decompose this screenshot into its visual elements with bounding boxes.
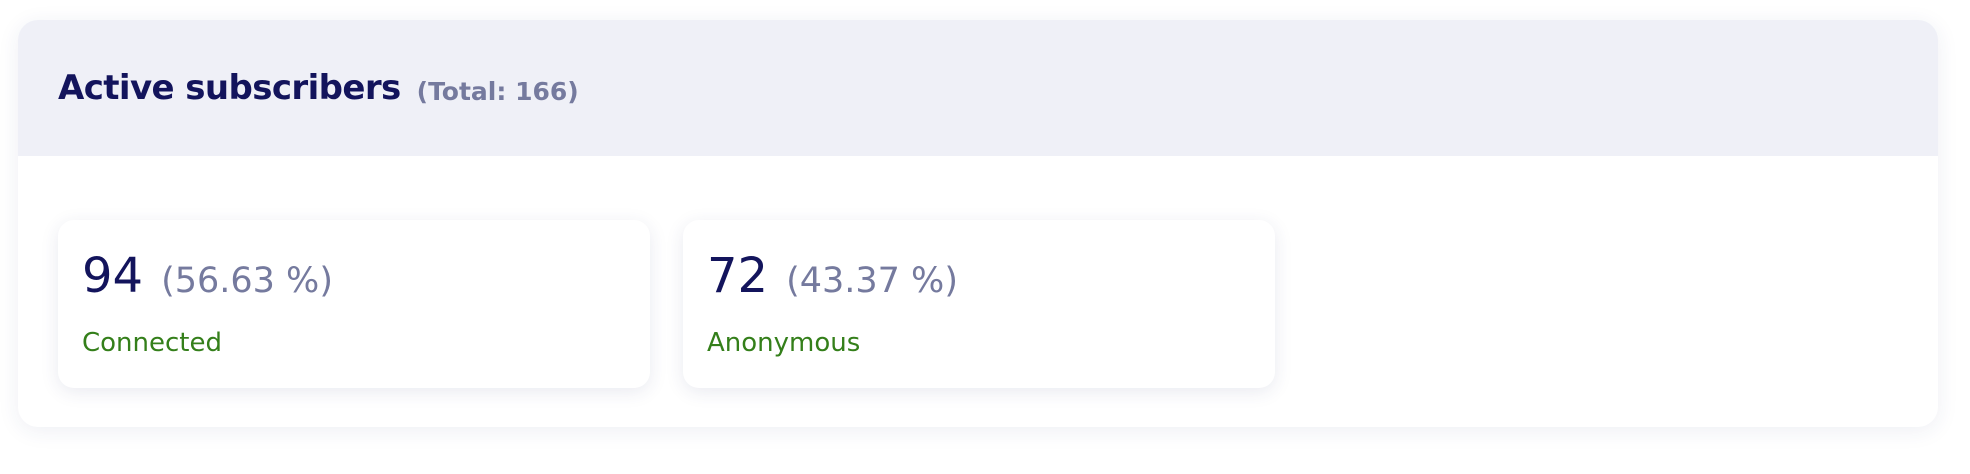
panel-title: Active subscribers [58, 68, 401, 108]
stat-card-anonymous: 72 (43.37 %) Anonymous [683, 220, 1275, 388]
stat-cards: 94 (56.63 %) Connected 72 (43.37 %) Anon… [58, 220, 1275, 388]
stat-label: Anonymous [707, 328, 861, 358]
stat-value-row: 94 (56.63 %) [82, 248, 333, 304]
stat-card-connected: 94 (56.63 %) Connected [58, 220, 650, 388]
stat-count: 94 [82, 248, 144, 304]
active-subscribers-panel: Active subscribers (Total: 166) 94 (56.6… [18, 20, 1938, 427]
stat-label: Connected [82, 328, 223, 358]
stat-count: 72 [707, 248, 769, 304]
stat-percent: (43.37 %) [786, 261, 958, 301]
stat-value-row: 72 (43.37 %) [707, 248, 958, 304]
panel-header: Active subscribers (Total: 166) [18, 20, 1938, 156]
stat-percent: (56.63 %) [161, 261, 333, 301]
total-count: (Total: 166) [416, 76, 579, 106]
